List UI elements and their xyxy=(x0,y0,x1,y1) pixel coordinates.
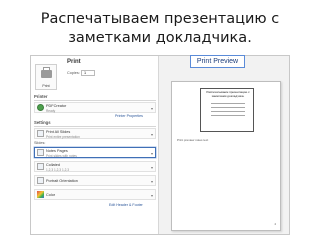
print-button[interactable]: Print xyxy=(35,64,57,90)
print-settings-panel: Print Print Copies: 1 Printer PDFCreator… xyxy=(31,56,159,234)
slide-title-line-2: заметками докладчика. xyxy=(68,30,252,46)
copies-input[interactable]: 1 xyxy=(81,70,95,76)
slide-title-line-1: Распечатываем презентацию с xyxy=(40,11,280,27)
orientation-select[interactable]: Portrait Orientation ▾ xyxy=(34,175,156,186)
slides-label: Slides: xyxy=(34,141,46,145)
printer-properties-link[interactable]: Printer Properties xyxy=(115,114,143,118)
color-icon xyxy=(37,191,44,198)
orientation-title: Portrait Orientation xyxy=(46,179,78,183)
collate-select[interactable]: Collated 1,2,3 1,2,3 1,2,3 ▾ xyxy=(34,161,156,172)
chevron-down-icon: ▾ xyxy=(150,165,153,170)
collate-icon xyxy=(37,163,44,170)
print-layout-subtitle: Print slides with notes xyxy=(46,153,77,158)
printer-ready-icon xyxy=(37,104,44,111)
notes-page-icon xyxy=(37,149,44,156)
print-dialog-screenshot: Print Print Copies: 1 Printer PDFCreator… xyxy=(30,55,290,235)
settings-section-divider xyxy=(34,126,156,127)
color-select[interactable]: Color ▾ xyxy=(34,189,156,200)
copies-label: Copies: xyxy=(67,71,80,75)
printer-icon xyxy=(41,70,52,78)
printer-status: Ready xyxy=(46,108,56,113)
chevron-down-icon: ▾ xyxy=(150,179,153,184)
slides-range-select[interactable]: Print All Slides Print entire presentati… xyxy=(34,128,156,139)
settings-section-heading: Settings xyxy=(34,120,51,125)
print-button-label: Print xyxy=(42,84,50,88)
slide-thumbnail-title: Распечатываем презентацию с заметками до… xyxy=(206,90,250,98)
collate-subtitle: 1,2,3 1,2,3 1,2,3 xyxy=(46,167,70,172)
color-title: Color xyxy=(46,193,56,197)
print-layout-select[interactable]: Notes Pages Print slides with notes ▾ xyxy=(34,147,156,158)
print-preview-badge: Print Preview xyxy=(190,55,245,68)
slide-thumbnail: Распечатываем презентацию с заметками до… xyxy=(200,88,254,132)
portrait-icon xyxy=(37,177,44,184)
preview-page: Распечатываем презентацию с заметками до… xyxy=(171,81,281,231)
notes-text: Print preview notes text xyxy=(177,138,209,142)
chevron-down-icon: ▾ xyxy=(150,193,153,198)
print-heading: Print xyxy=(67,59,81,65)
chevron-down-icon: ▾ xyxy=(150,106,153,111)
printer-section-divider xyxy=(34,100,156,101)
chevron-down-icon: ▾ xyxy=(150,151,153,156)
slides-range-subtitle: Print entire presentation xyxy=(46,134,80,139)
printer-select[interactable]: PDFCreator Ready ▾ xyxy=(34,102,156,113)
page-number: 4 xyxy=(274,222,276,226)
slide-thumbnail-lines xyxy=(211,103,245,119)
edit-header-footer-link[interactable]: Edit Header & Footer xyxy=(109,203,143,207)
printer-section-heading: Printer xyxy=(34,94,48,99)
slide-title: Распечатываем презентацию с заметками до… xyxy=(0,10,320,48)
slides-icon xyxy=(37,130,44,137)
chevron-down-icon: ▾ xyxy=(150,132,153,137)
